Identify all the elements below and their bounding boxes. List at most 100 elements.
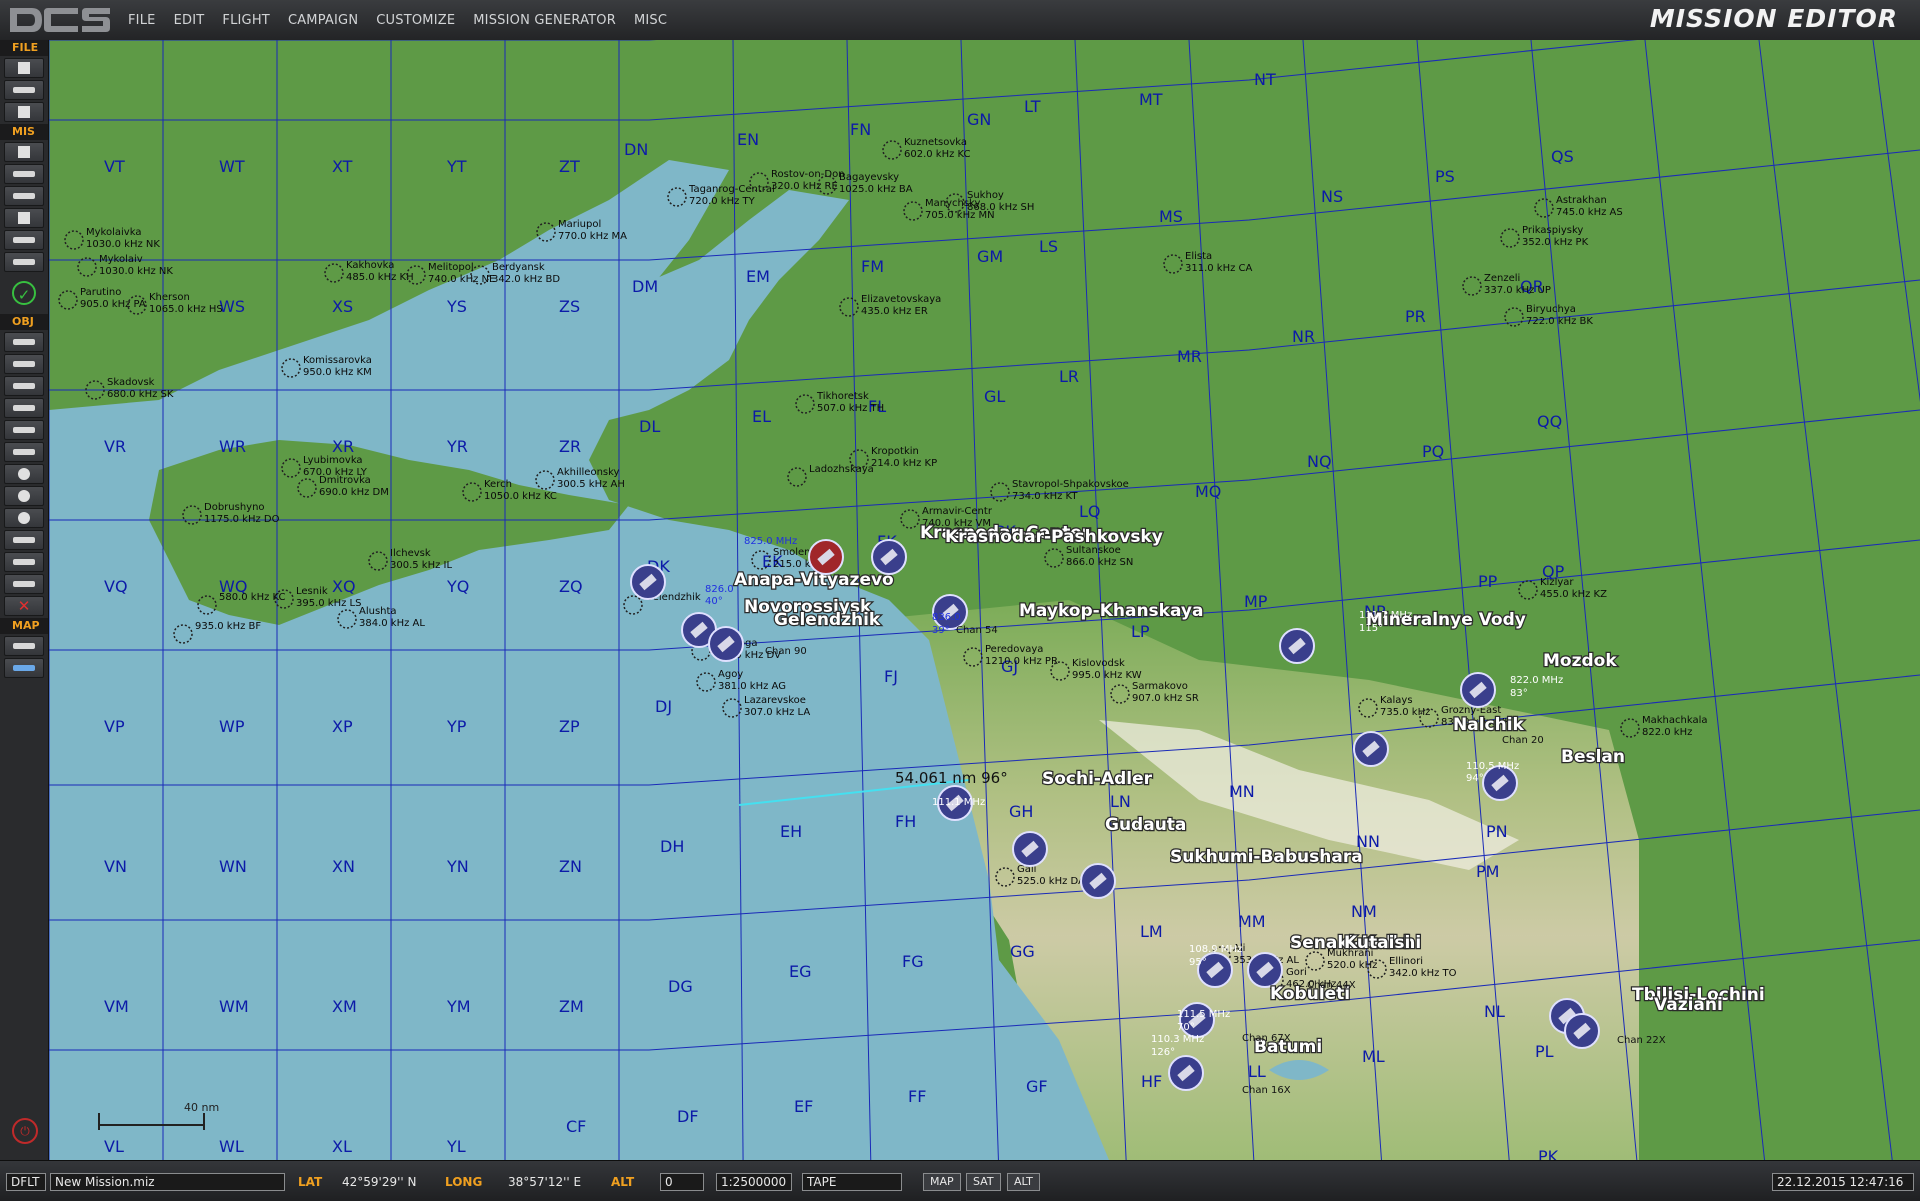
navaid-channel-label: 126° [1151, 1047, 1175, 1058]
add-static-button[interactable] [4, 420, 44, 440]
navaid-frequency: 995.0 kHz KW [1072, 670, 1142, 681]
sat-mode-button[interactable]: SAT [966, 1173, 1001, 1191]
add-zone-button[interactable] [4, 464, 44, 484]
navaid-name: Prikaspiysky [1522, 225, 1583, 236]
add-helicopter-button[interactable] [4, 354, 44, 374]
menu-misc[interactable]: MISC [634, 13, 667, 28]
add-vehicle-button[interactable] [4, 398, 44, 418]
briefing-button[interactable] [4, 142, 44, 162]
goals-button[interactable] [4, 208, 44, 228]
grid-label: GN [967, 110, 991, 129]
grid-label: NL [1484, 1002, 1505, 1021]
exit-button[interactable]: ⏻ [12, 1118, 38, 1144]
map-options-button[interactable] [4, 636, 44, 656]
airport-name: Sukhumi-Babushara [1170, 847, 1363, 867]
navaid-frequency: 734.0 kHz KT [1012, 491, 1078, 502]
alt-field[interactable]: 0 [660, 1173, 704, 1191]
long-value: 38°57'12'' E [508, 1175, 582, 1189]
navaid-channel-label: Chan 22X [1617, 1035, 1666, 1046]
map-view[interactable]: VT WT XT YT ZT DN EN FN GN LT MT NT WS XS YS ZS DM EM FM GM… [49, 40, 1920, 1160]
navaid-channel-label: 836.0 [932, 612, 961, 623]
grid-label: XS [332, 297, 353, 316]
menu-customize[interactable]: CUSTOMIZE [376, 13, 455, 28]
add-plane-button[interactable] [4, 332, 44, 352]
ruler-button[interactable] [4, 658, 44, 678]
top-menu-bar: FILE EDIT FLIGHT CAMPAIGN CUSTOMIZE MISS… [0, 0, 1920, 41]
navaid-frequency: 907.0 kHz SR [1132, 693, 1199, 704]
save-mission-button[interactable] [4, 102, 44, 122]
tape-field[interactable]: TAPE [802, 1173, 902, 1191]
grid-label: MT [1139, 90, 1163, 109]
grid-label: NQ [1307, 452, 1332, 471]
new-mission-button[interactable] [4, 58, 44, 78]
navaid-name: 935.0 kHz BF [195, 621, 261, 632]
navaid-frequency: 337.0 kHz UP [1484, 285, 1551, 296]
add-bridge-button[interactable] [4, 552, 44, 572]
resources-button[interactable] [4, 230, 44, 250]
map-mode-button[interactable]: MAP [923, 1173, 961, 1191]
grid-label: XQ [332, 577, 356, 596]
navaid-frequency: 722.0 kHz BK [1526, 316, 1593, 327]
navaid-frequency: 1210.0 kHz PR [985, 656, 1058, 667]
add-ineffective-button[interactable] [4, 508, 44, 528]
target-icon [18, 512, 30, 524]
grid-label: EM [746, 267, 770, 286]
grid-label: WN [219, 857, 247, 876]
triggers-button[interactable] [4, 186, 44, 206]
navaid-channel-label: 95° [1189, 957, 1207, 968]
menu-file[interactable]: FILE [128, 13, 156, 28]
navaid-channel-label: 83° [1510, 688, 1528, 699]
navaid-frequency: 395.0 kHz LS [296, 598, 361, 609]
mission-datetime[interactable]: 22.12.2015 12:47:16 [1772, 1173, 1914, 1191]
navaid-frequency: 320.0 kHz RE [771, 181, 838, 192]
navaid-frequency: 720.0 kHz TY [689, 196, 756, 207]
filename-field[interactable]: New Mission.miz [50, 1173, 285, 1191]
menu-edit[interactable]: EDIT [174, 13, 205, 28]
grid-label: HF [1141, 1072, 1162, 1091]
navaid-frequency: 1030.0 kHz NK [99, 266, 173, 277]
fly-mission-button[interactable]: ✓ [4, 278, 44, 308]
alt-mode-button[interactable]: ALT [1007, 1173, 1040, 1191]
grid-label: ZN [559, 857, 582, 876]
navaid-channel-label: Chan 44X [1307, 980, 1356, 991]
grid-label: VT [104, 157, 125, 176]
grid-label: ZR [559, 437, 581, 456]
navaid-name: Ladozhskaya [809, 464, 874, 475]
delete-object-button[interactable]: ✕ [4, 596, 44, 616]
airport-name: Anapa-Vityazevo [734, 570, 894, 590]
add-ship-button[interactable] [4, 376, 44, 396]
navaid-channel-label: 115° [1359, 623, 1383, 634]
draw-shapes-button[interactable] [4, 574, 44, 594]
navaid-frequency: 735.0 kHz [1380, 707, 1430, 718]
menu-mission-generator[interactable]: MISSION GENERATOR [473, 13, 616, 28]
grid-label: XP [332, 717, 353, 736]
navaid-frequency: 690.0 kHz DM [319, 487, 389, 498]
weather-button[interactable] [4, 164, 44, 184]
grid-label: PL [1535, 1042, 1554, 1061]
menu-flight[interactable]: FLIGHT [222, 13, 270, 28]
scale-bar-label: 40 nm [184, 1101, 219, 1114]
navaid-name: Kerch [484, 479, 512, 490]
grid-label: PQ [1422, 442, 1444, 461]
grid-label: ZS [559, 297, 580, 316]
navaid-frequency: 300.5 kHz AH [557, 479, 625, 490]
grid-label: DM [632, 277, 658, 296]
profile-field[interactable]: DFLT [6, 1173, 46, 1191]
weather-icon [13, 171, 35, 177]
add-template-button[interactable] [4, 442, 44, 462]
navaid-name: Alushta [359, 606, 397, 617]
open-mission-button[interactable] [4, 80, 44, 100]
folder-icon [13, 87, 35, 93]
navaid-name: Komissarovka [303, 355, 372, 366]
navaid-frequency: 680.0 kHz SK [107, 389, 174, 400]
scale-field[interactable]: 1:2500000 [716, 1173, 792, 1191]
add-firing-point-button[interactable] [4, 530, 44, 550]
checklist-button[interactable] [4, 252, 44, 272]
grid-label: XR [332, 437, 354, 456]
airport-name: Mozdok [1543, 651, 1617, 671]
save-icon [18, 106, 30, 118]
menu-campaign[interactable]: CAMPAIGN [288, 13, 358, 28]
navaid-name: Mykolaiv [99, 254, 143, 265]
add-navpoint-button[interactable] [4, 486, 44, 506]
map-canvas[interactable]: VT WT XT YT ZT DN EN FN GN LT MT NT WS XS YS ZS DM EM FM GM… [49, 40, 1920, 1160]
